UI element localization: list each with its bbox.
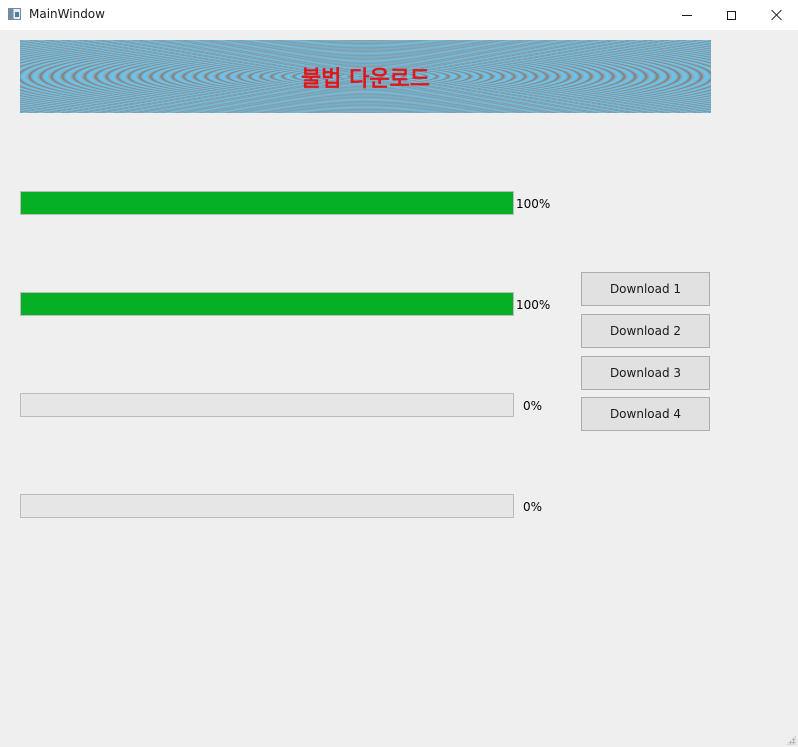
progress-bar-3 bbox=[20, 393, 514, 417]
progress-fill-1 bbox=[21, 192, 513, 214]
banner-title: 불법 다운로드 bbox=[300, 66, 431, 92]
download-1-button[interactable]: Download 1 bbox=[581, 272, 710, 306]
window-title: MainWindow bbox=[29, 7, 105, 21]
progress-bar-2 bbox=[20, 292, 514, 316]
progress-label-4: 0% bbox=[523, 500, 543, 514]
progress-label-2: 100% bbox=[516, 298, 551, 312]
main-window: MainWindow 불법 다운로드 100% 100% 0% 0% Downl… bbox=[0, 0, 798, 747]
banner-image: 불법 다운로드 bbox=[20, 40, 711, 113]
progress-bar-1 bbox=[20, 191, 514, 215]
close-button[interactable] bbox=[754, 0, 798, 30]
progress-bar-4 bbox=[20, 494, 514, 518]
maximize-button[interactable] bbox=[708, 0, 754, 30]
app-window-icon bbox=[8, 8, 21, 20]
resize-grip-icon[interactable] bbox=[786, 735, 796, 745]
minimize-button[interactable] bbox=[664, 0, 710, 30]
download-4-button[interactable]: Download 4 bbox=[581, 397, 710, 431]
progress-label-1: 100% bbox=[516, 197, 551, 211]
title-bar[interactable]: MainWindow bbox=[0, 0, 798, 30]
maximize-icon bbox=[726, 10, 736, 20]
close-icon bbox=[771, 9, 783, 21]
download-2-button[interactable]: Download 2 bbox=[581, 314, 710, 348]
progress-fill-2 bbox=[21, 293, 513, 315]
progress-label-3: 0% bbox=[523, 399, 543, 413]
download-3-button[interactable]: Download 3 bbox=[581, 356, 710, 390]
minimize-icon bbox=[682, 14, 692, 16]
